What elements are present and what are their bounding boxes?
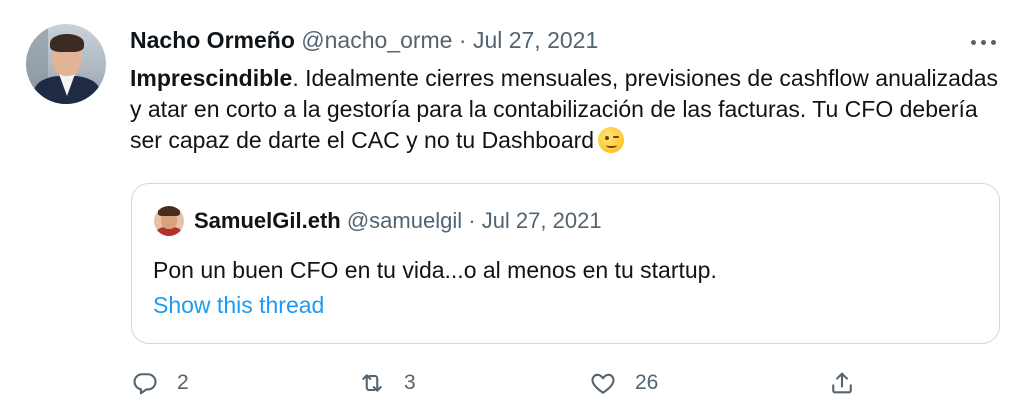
retweet-count: 3 bbox=[404, 371, 416, 394]
author-handle[interactable]: @nacho_orme bbox=[301, 27, 452, 53]
tweet-text-bold: Imprescindible bbox=[130, 65, 293, 91]
quoted-author-avatar[interactable] bbox=[154, 206, 184, 236]
author-avatar[interactable] bbox=[26, 24, 106, 104]
share-icon bbox=[832, 372, 852, 394]
tweet[interactable]: Nacho Ormeño @nacho_orme · Jul 27, 2021 … bbox=[0, 0, 1024, 419]
quoted-tweet-date[interactable]: Jul 27, 2021 bbox=[482, 208, 602, 233]
tweet-header: Nacho Ormeño @nacho_orme · Jul 27, 2021 bbox=[130, 26, 598, 54]
quoted-tweet-text: Pon un buen CFO en tu vida...o al menos … bbox=[153, 257, 717, 283]
retweet-icon bbox=[362, 374, 382, 392]
show-thread-link[interactable]: Show this thread bbox=[153, 290, 324, 320]
more-options-icon[interactable] bbox=[966, 36, 1000, 48]
share-button[interactable] bbox=[828, 365, 856, 401]
reply-count: 2 bbox=[177, 371, 189, 394]
tweet-date[interactable]: Jul 27, 2021 bbox=[473, 27, 598, 53]
separator-dot: · bbox=[468, 208, 476, 233]
quoted-tweet-card[interactable]: SamuelGil.eth @samuelgil · Jul 27, 2021 … bbox=[131, 183, 1000, 344]
heart-icon bbox=[591, 373, 615, 394]
quoted-tweet-header: SamuelGil.eth @samuelgil · Jul 27, 2021 bbox=[194, 207, 602, 235]
tweet-text: Imprescindible. Idealmente cierres mensu… bbox=[130, 63, 1000, 156]
author-name[interactable]: Nacho Ormeño bbox=[130, 27, 295, 53]
like-count: 26 bbox=[635, 371, 659, 394]
quoted-author-name[interactable]: SamuelGil.eth bbox=[194, 208, 341, 233]
reply-button[interactable]: 2 bbox=[131, 365, 189, 401]
retweet-button[interactable]: 3 bbox=[358, 365, 416, 401]
quoted-author-handle[interactable]: @samuelgil bbox=[347, 208, 462, 233]
reply-icon bbox=[133, 373, 157, 395]
like-button[interactable]: 26 bbox=[589, 365, 658, 401]
winking-face-emoji-icon bbox=[598, 127, 625, 153]
action-bar: 2 3 26 bbox=[0, 365, 1024, 405]
separator-dot: · bbox=[458, 27, 467, 53]
